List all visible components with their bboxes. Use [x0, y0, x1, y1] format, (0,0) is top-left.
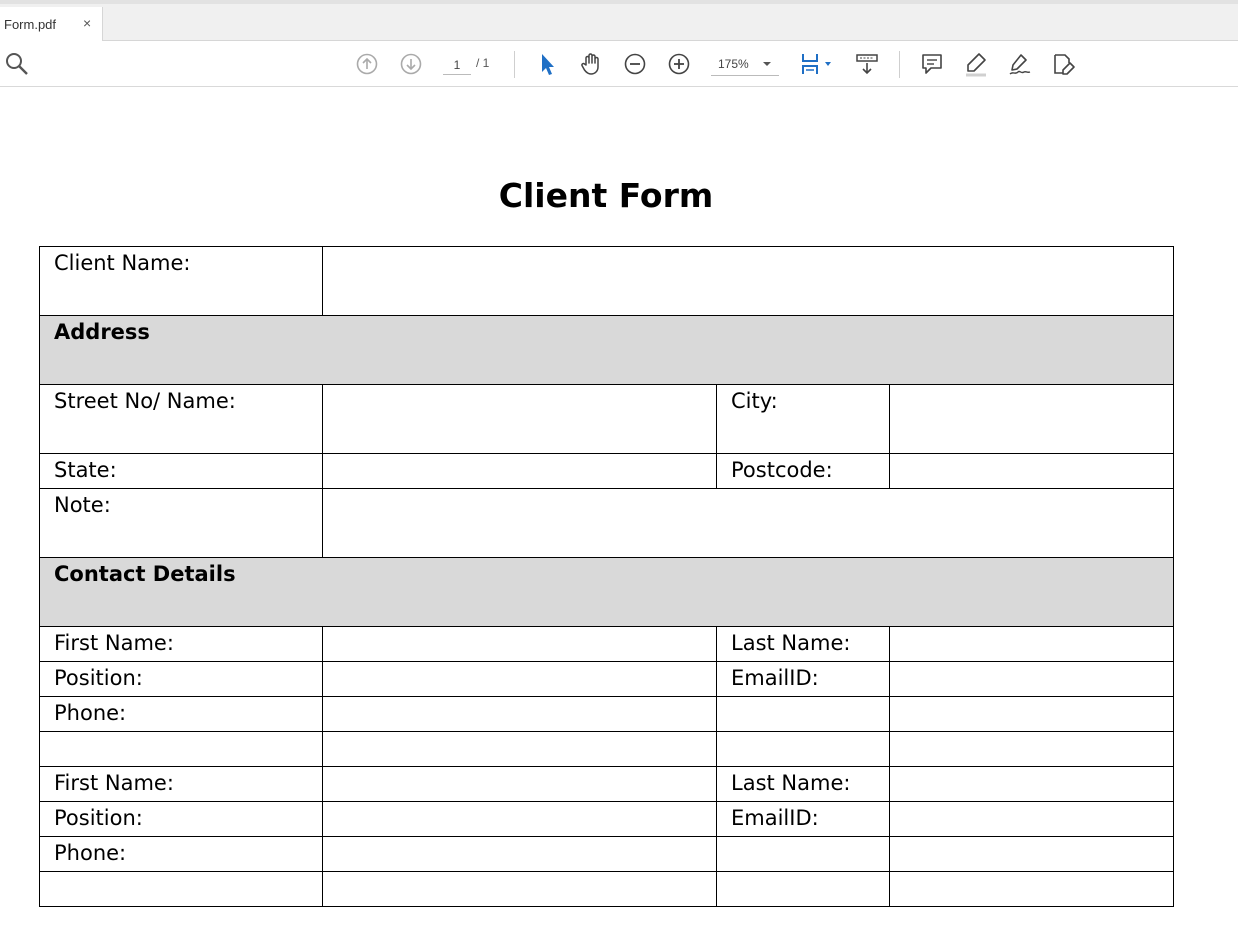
position-label: Position: [39, 661, 323, 697]
empty-cell[interactable] [716, 836, 890, 872]
table-row: Position: EmailID: [39, 801, 1175, 837]
position-label: Position: [39, 801, 323, 837]
tab-strip: Form.pdf × [0, 0, 1238, 45]
contact-section-header: Contact Details [38, 557, 1175, 627]
last-name-label: Last Name: [716, 626, 890, 662]
highlight-icon[interactable] [963, 51, 989, 77]
postcode-field[interactable] [888, 453, 1175, 489]
empty-cell[interactable] [888, 731, 1175, 767]
toolbar-divider [899, 51, 900, 78]
table-row: Phone: [39, 696, 1175, 732]
tab-title: Form.pdf [4, 17, 57, 32]
empty-cell[interactable] [716, 871, 890, 907]
email-label: EmailID: [716, 661, 890, 697]
scroll-mode-icon[interactable] [854, 51, 880, 77]
table-row: Phone: [39, 836, 1175, 872]
email-field[interactable] [888, 661, 1175, 697]
zoom-in-icon[interactable] [666, 51, 692, 77]
street-label: Street No/ Name: [39, 384, 323, 454]
state-postcode-row: State: Postcode: [39, 453, 1175, 489]
fill-sign-icon[interactable] [1051, 51, 1077, 77]
close-icon[interactable]: × [83, 15, 91, 31]
page-total: / 1 [476, 56, 490, 70]
phone-field[interactable] [322, 696, 717, 732]
client-name-row: Client Name: [39, 246, 1175, 316]
zoom-select[interactable]: 175% [711, 53, 779, 76]
table-row [39, 871, 1175, 907]
table-row: First Name: Last Name: [39, 766, 1175, 802]
client-form-table: Client Name: Address Street No/ Name: Ci… [38, 246, 1175, 907]
client-name-label: Client Name: [39, 246, 323, 316]
first-name-label: First Name: [39, 626, 323, 662]
email-field[interactable] [888, 801, 1175, 837]
last-name-label: Last Name: [716, 766, 890, 802]
note-field[interactable] [321, 488, 1175, 558]
client-name-field[interactable] [321, 246, 1175, 316]
email-label: EmailID: [716, 801, 890, 837]
prev-page-icon[interactable] [354, 51, 380, 77]
comment-icon[interactable] [919, 51, 945, 77]
empty-cell[interactable] [39, 871, 323, 907]
toolbar-divider [514, 51, 515, 78]
address-section-row: Address [38, 315, 1175, 385]
search-icon[interactable] [4, 51, 30, 77]
zoom-out-icon[interactable] [622, 51, 648, 77]
first-name-field[interactable] [322, 766, 717, 802]
next-page-icon[interactable] [398, 51, 424, 77]
table-row [39, 731, 1175, 767]
empty-cell[interactable] [888, 696, 1175, 732]
state-field[interactable] [322, 453, 717, 489]
hand-tool-icon[interactable] [578, 51, 604, 77]
position-field[interactable] [322, 661, 717, 697]
empty-cell[interactable] [322, 871, 717, 907]
contact-section-row: Contact Details [38, 557, 1175, 627]
sign-icon[interactable] [1007, 51, 1033, 77]
page-number-input[interactable] [443, 55, 471, 75]
city-field[interactable] [888, 384, 1175, 454]
table-row: Position: EmailID: [39, 661, 1175, 697]
position-field[interactable] [322, 801, 717, 837]
street-field[interactable] [322, 384, 717, 454]
empty-cell[interactable] [39, 731, 323, 767]
last-name-field[interactable] [888, 766, 1175, 802]
zoom-value: 175% [718, 57, 749, 71]
address-section-header: Address [38, 315, 1175, 385]
city-label: City: [716, 384, 890, 454]
table-row: First Name: Last Name: [39, 626, 1175, 662]
toolbar: / 1 175% [0, 41, 1238, 87]
chevron-down-icon [763, 62, 771, 66]
empty-cell[interactable] [888, 871, 1175, 907]
empty-cell[interactable] [888, 836, 1175, 872]
postcode-label: Postcode: [716, 453, 890, 489]
last-name-field[interactable] [888, 626, 1175, 662]
document-title: Client Form [498, 176, 714, 215]
select-cursor-icon[interactable] [534, 51, 560, 77]
empty-cell[interactable] [322, 731, 717, 767]
street-city-row: Street No/ Name: City: [39, 384, 1175, 454]
empty-cell[interactable] [716, 696, 890, 732]
phone-field[interactable] [322, 836, 717, 872]
fit-page-icon[interactable] [799, 51, 835, 77]
first-name-field[interactable] [322, 626, 717, 662]
note-label: Note: [39, 488, 323, 558]
tab-form-pdf[interactable]: Form.pdf × [0, 7, 103, 45]
empty-cell[interactable] [716, 731, 890, 767]
state-label: State: [39, 453, 323, 489]
first-name-label: First Name: [39, 766, 323, 802]
note-row: Note: [39, 488, 1175, 558]
phone-label: Phone: [39, 696, 323, 732]
phone-label: Phone: [39, 836, 323, 872]
